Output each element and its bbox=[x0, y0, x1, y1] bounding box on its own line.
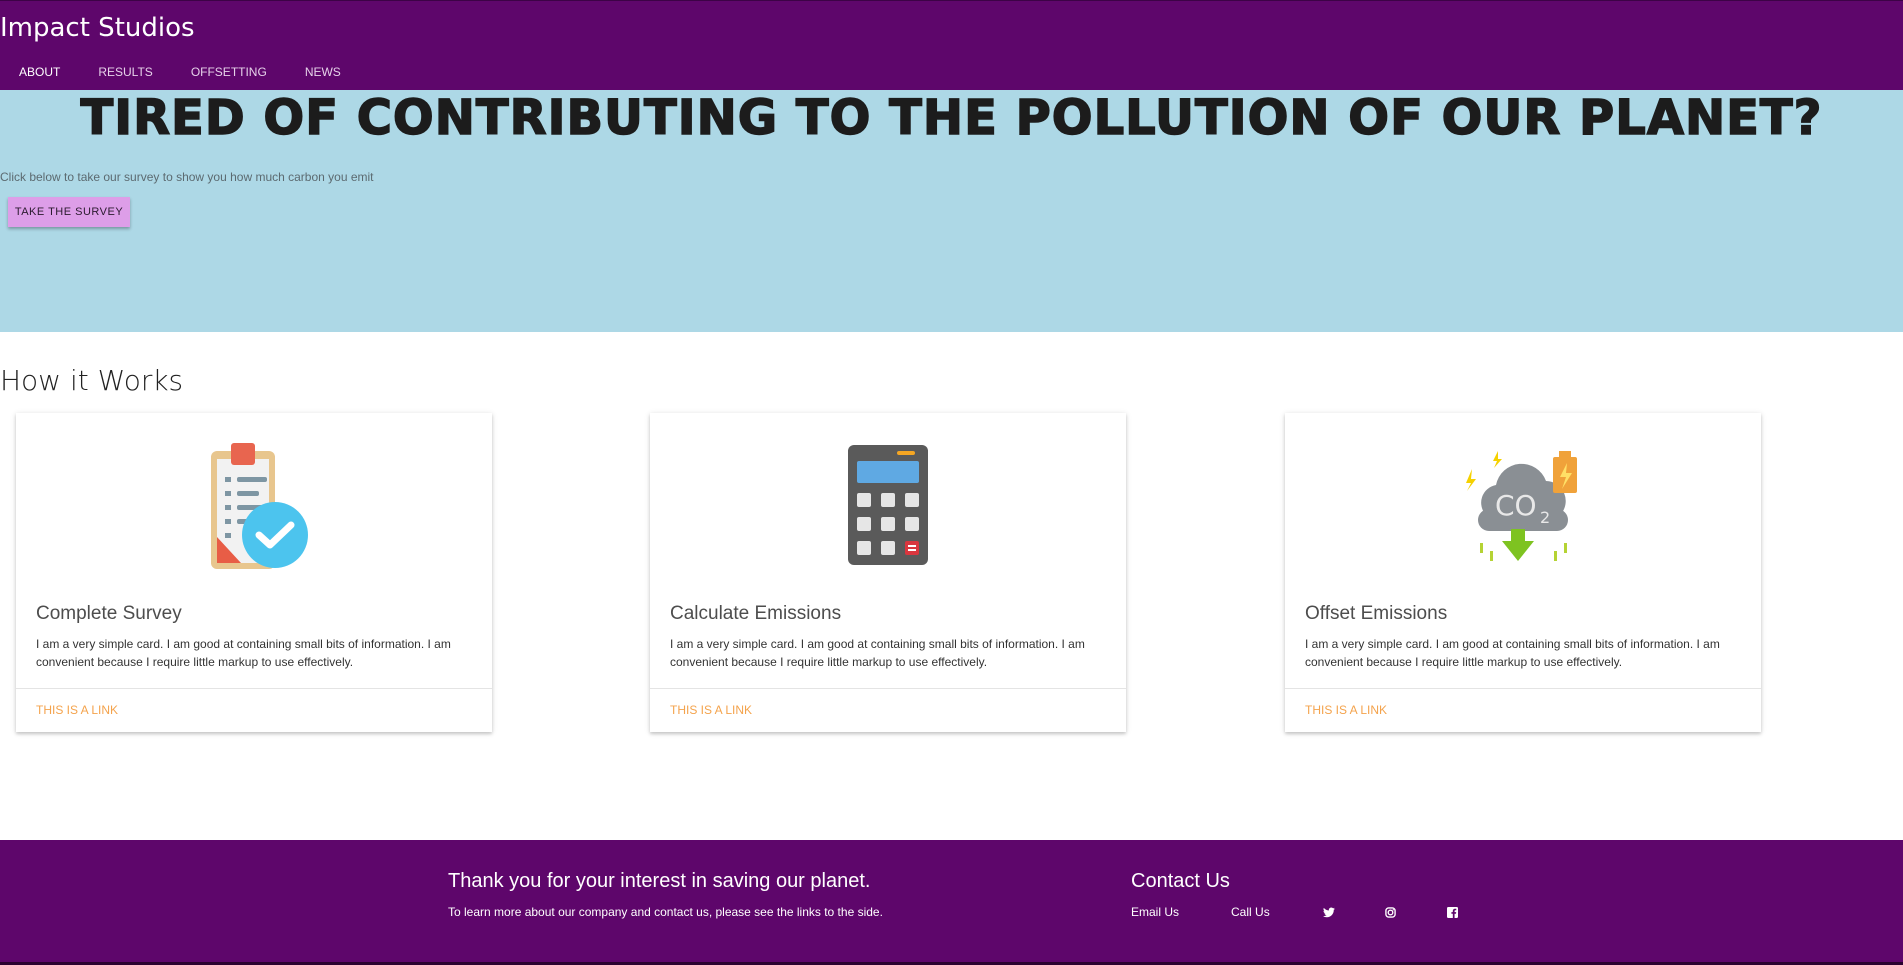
hero-title: TIRED OF CONTRIBUTING TO THE POLLUTION O… bbox=[80, 89, 1823, 147]
nav-item-about[interactable]: ABOUT bbox=[0, 56, 79, 91]
contact-links: Email Us Call Us bbox=[1131, 905, 1508, 919]
facebook-icon[interactable] bbox=[1446, 905, 1460, 919]
hero-banner: TIRED OF CONTRIBUTING TO THE POLLUTION O… bbox=[0, 89, 1903, 332]
nav-item-offsetting[interactable]: OFFSETTING bbox=[172, 56, 286, 91]
card-action: THIS IS A LINK bbox=[650, 688, 1126, 732]
main-nav: ABOUT RESULTS OFFSETTING NEWS bbox=[0, 56, 360, 91]
nav-item-results[interactable]: RESULTS bbox=[79, 56, 171, 91]
card-link[interactable]: THIS IS A LINK bbox=[36, 703, 118, 717]
card-calculate-emissions: Calculate Emissions I am a very simple c… bbox=[650, 413, 1126, 732]
footer-text: To learn more about our company and cont… bbox=[448, 905, 883, 919]
card-text: I am a very simple card. I am good at co… bbox=[1305, 637, 1720, 669]
svg-text:CO: CO bbox=[1495, 489, 1537, 522]
contact-title: Contact Us bbox=[1131, 870, 1230, 892]
card-link[interactable]: THIS IS A LINK bbox=[670, 703, 752, 717]
card-action: THIS IS A LINK bbox=[1285, 688, 1761, 732]
card-action: THIS IS A LINK bbox=[16, 688, 492, 732]
top-navbar: Impact Studios ABOUT RESULTS OFFSETTING … bbox=[0, 0, 1903, 90]
card-image bbox=[16, 441, 492, 571]
calculator-icon bbox=[848, 445, 928, 565]
card-text: I am a very simple card. I am good at co… bbox=[670, 637, 1085, 669]
card-link[interactable]: THIS IS A LINK bbox=[1305, 703, 1387, 717]
call-us-link[interactable]: Call Us bbox=[1231, 905, 1270, 919]
card-offset-emissions: CO 2 Offset Emissions I am a very simple… bbox=[1285, 413, 1761, 732]
section-title: How it Works bbox=[0, 364, 184, 397]
brand-logo[interactable]: Impact Studios bbox=[0, 13, 195, 43]
nav-item-news[interactable]: NEWS bbox=[286, 56, 360, 91]
card-complete-survey: Complete Survey I am a very simple card.… bbox=[16, 413, 492, 732]
clipboard-check-icon bbox=[211, 443, 308, 569]
hero-subtitle: Click below to take our survey to show y… bbox=[0, 170, 374, 184]
card-title: Complete Survey bbox=[36, 603, 182, 624]
card-text: I am a very simple card. I am good at co… bbox=[36, 637, 451, 669]
card-image bbox=[650, 441, 1126, 571]
footer-title: Thank you for your interest in saving ou… bbox=[448, 870, 871, 892]
instagram-icon[interactable] bbox=[1384, 905, 1398, 919]
co2-cloud-icon: CO 2 bbox=[1466, 451, 1577, 561]
card-title: Offset Emissions bbox=[1305, 603, 1448, 624]
twitter-icon[interactable] bbox=[1322, 905, 1336, 919]
email-us-link[interactable]: Email Us bbox=[1131, 905, 1179, 919]
card-title: Calculate Emissions bbox=[670, 603, 842, 624]
footer: Thank you for your interest in saving ou… bbox=[0, 840, 1903, 965]
svg-text:2: 2 bbox=[1540, 508, 1550, 527]
card-image: CO 2 bbox=[1285, 441, 1761, 571]
take-survey-button[interactable]: TAKE THE SURVEY bbox=[8, 197, 130, 227]
